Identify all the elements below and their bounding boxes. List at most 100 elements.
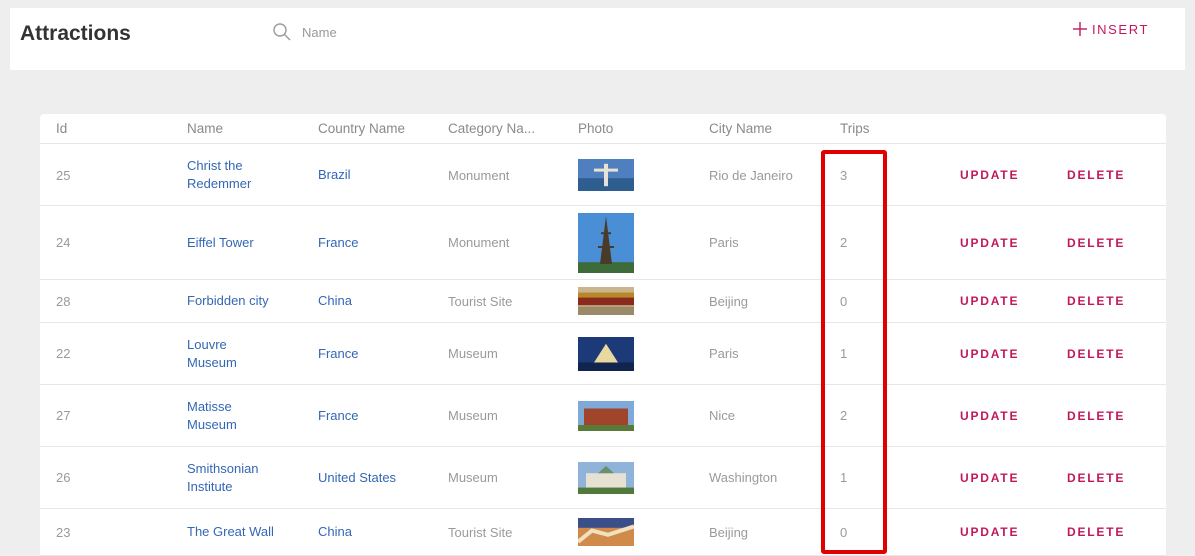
table-row[interactable]: 28 Forbidden city China Tourist Site Bei… (40, 280, 1166, 323)
great-wall-photo (578, 518, 634, 546)
cell-name[interactable]: Christ the Redemmer (187, 145, 305, 205)
cell-city: Beijing (709, 524, 749, 540)
cell-trips: 0 (840, 293, 848, 309)
attractions-table: Id Name Country Name Category Na... Phot… (40, 114, 1166, 556)
delete-button[interactable]: DELETE (1067, 168, 1125, 182)
header-id[interactable]: Id (56, 114, 67, 143)
cell-trips: 1 (840, 470, 848, 485)
cell-photo (578, 280, 634, 322)
table-row[interactable]: 25 Christ the Redemmer Brazil Monument R… (40, 145, 1166, 206)
attraction-name-link[interactable]: Louvre Museum (187, 336, 279, 372)
table-row[interactable]: 27 Matisse Museum France Museum Nice 2 U… (40, 385, 1166, 447)
cell-id: 28 (56, 293, 71, 309)
table-row[interactable]: 23 The Great Wall China Tourist Site Bei… (40, 509, 1166, 556)
forbidden-city-photo (578, 287, 634, 315)
delete-button[interactable]: DELETE (1067, 294, 1125, 308)
cell-city: Beijing (709, 293, 749, 309)
cell-category: Tourist Site (448, 293, 513, 309)
cell-trips: 2 (840, 408, 848, 423)
search-box[interactable] (272, 20, 492, 44)
country-name-link[interactable]: China (318, 292, 352, 310)
update-button[interactable]: UPDATE (960, 236, 1019, 250)
app-window: Attractions INSERT Id Name Country Name … (0, 0, 1195, 556)
cell-photo (578, 509, 634, 555)
table-row[interactable]: 26 Smithsonian Institute United States M… (40, 447, 1166, 509)
country-name-link[interactable]: France (318, 345, 358, 363)
delete-button[interactable]: DELETE (1067, 471, 1125, 485)
insert-label: INSERT (1091, 21, 1149, 37)
cell-country[interactable]: Brazil (318, 145, 443, 205)
search-input[interactable] (302, 24, 472, 40)
cell-city: Paris (709, 235, 739, 250)
cell-country[interactable]: France (318, 206, 443, 279)
cell-city: Rio de Janeiro (709, 167, 793, 183)
cell-city: Washington (709, 470, 778, 485)
update-button[interactable]: UPDATE (960, 294, 1019, 308)
update-button[interactable]: UPDATE (960, 525, 1019, 539)
cell-id: 27 (56, 408, 71, 423)
delete-button[interactable]: DELETE (1067, 347, 1125, 361)
attraction-name-link[interactable]: Forbidden city (187, 292, 279, 310)
header-city[interactable]: City Name (709, 114, 772, 143)
cell-country[interactable]: United States (318, 447, 443, 508)
eiffel-tower-photo (578, 212, 634, 273)
delete-button[interactable]: DELETE (1067, 409, 1125, 423)
table-row[interactable]: 24 Eiffel Tower France Monument Paris 2 … (40, 206, 1166, 280)
delete-button[interactable]: DELETE (1067, 236, 1125, 250)
page-title: Attractions (20, 22, 131, 45)
cell-category: Museum (448, 470, 498, 485)
top-bar: Attractions INSERT (10, 8, 1185, 70)
cell-name[interactable]: Matisse Museum (187, 385, 305, 446)
update-button[interactable]: UPDATE (960, 471, 1019, 485)
cell-category: Tourist Site (448, 524, 513, 540)
attraction-name-link[interactable]: Smithsonian Institute (187, 460, 279, 496)
cell-name[interactable]: The Great Wall (187, 509, 305, 555)
cell-photo (578, 385, 634, 446)
cell-name[interactable]: Louvre Museum (187, 323, 305, 384)
update-button[interactable]: UPDATE (960, 409, 1019, 423)
country-name-link[interactable]: United States (318, 469, 396, 487)
country-name-link[interactable]: France (318, 234, 358, 252)
cell-trips: 0 (840, 524, 848, 540)
cell-city: Nice (709, 408, 736, 423)
cell-name[interactable]: Smithsonian Institute (187, 447, 305, 508)
header-country[interactable]: Country Name (318, 114, 405, 143)
header-trips[interactable]: Trips (840, 114, 870, 143)
cell-id: 24 (56, 235, 71, 250)
update-button[interactable]: UPDATE (960, 347, 1019, 361)
country-name-link[interactable]: France (318, 407, 358, 425)
cell-country[interactable]: France (318, 323, 443, 384)
cell-country[interactable]: China (318, 280, 443, 322)
cell-photo (578, 447, 634, 508)
cell-trips: 1 (840, 346, 848, 361)
cell-name[interactable]: Eiffel Tower (187, 206, 305, 279)
cell-city: Paris (709, 346, 739, 361)
table-row[interactable]: 22 Louvre Museum France Museum Paris 1 U… (40, 323, 1166, 385)
matisse-museum-photo (578, 400, 634, 431)
cell-country[interactable]: France (318, 385, 443, 446)
country-name-link[interactable]: China (318, 523, 352, 541)
cell-id: 26 (56, 470, 71, 485)
cell-category: Monument (448, 235, 510, 250)
header-name[interactable]: Name (187, 114, 223, 143)
delete-button[interactable]: DELETE (1067, 525, 1125, 539)
smithsonian-photo (578, 461, 634, 494)
cell-category: Museum (448, 346, 498, 361)
country-name-link[interactable]: Brazil (318, 166, 351, 184)
christ-redeemer-photo (578, 159, 634, 191)
header-category[interactable]: Category Na... (448, 114, 535, 143)
cell-category: Monument (448, 167, 510, 183)
insert-button[interactable]: INSERT (1071, 20, 1149, 38)
attraction-name-link[interactable]: Eiffel Tower (187, 234, 279, 252)
cell-name[interactable]: Forbidden city (187, 280, 305, 322)
attraction-name-link[interactable]: Matisse Museum (187, 398, 279, 434)
cell-trips: 2 (840, 235, 848, 250)
header-photo[interactable]: Photo (578, 114, 613, 143)
table-header-row: Id Name Country Name Category Na... Phot… (40, 114, 1166, 144)
update-button[interactable]: UPDATE (960, 168, 1019, 182)
cell-country[interactable]: China (318, 509, 443, 555)
cell-id: 25 (56, 167, 71, 183)
cell-photo (578, 206, 634, 279)
attraction-name-link[interactable]: Christ the Redemmer (187, 157, 279, 193)
attraction-name-link[interactable]: The Great Wall (187, 523, 279, 541)
